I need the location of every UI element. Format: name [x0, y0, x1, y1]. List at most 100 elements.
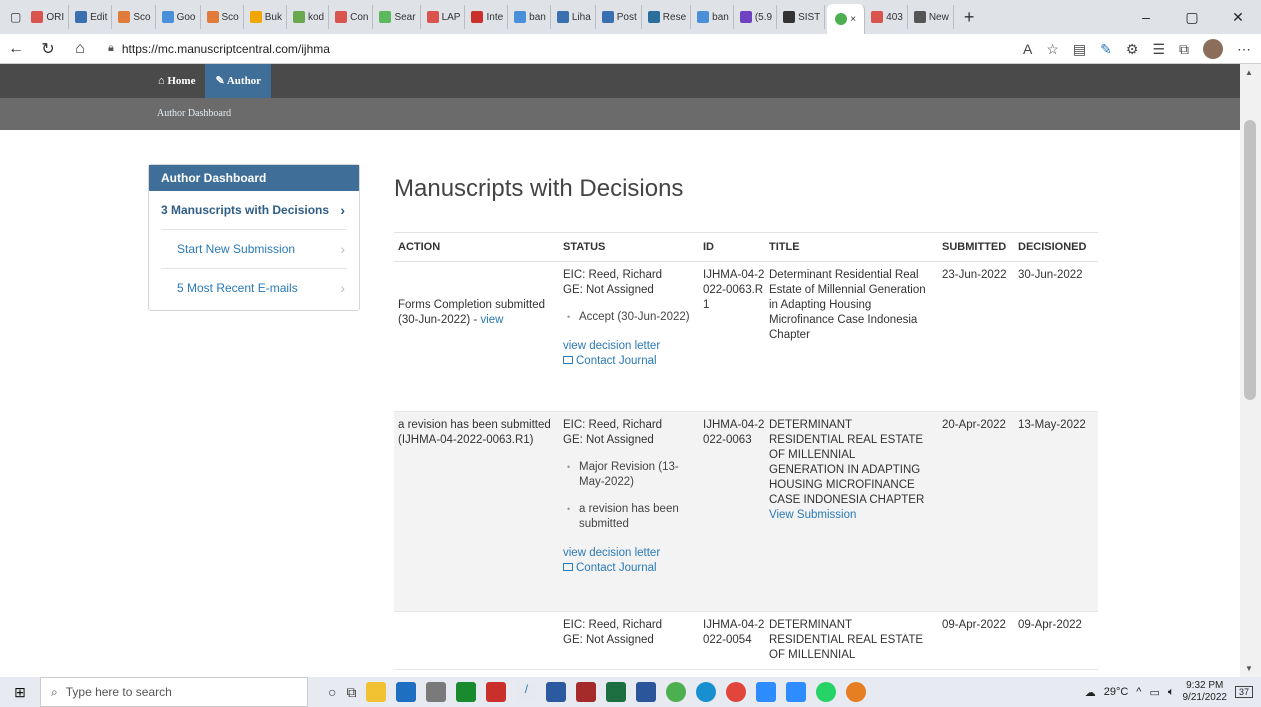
view-submission-link[interactable]: View Submission — [769, 508, 930, 523]
weather-icon[interactable]: ☁ — [1085, 686, 1096, 699]
profile-avatar[interactable] — [1203, 39, 1223, 59]
browser-tab[interactable]: Goo — [158, 5, 201, 29]
contact-journal-link[interactable]: Contact Journal — [563, 354, 703, 369]
collections-icon[interactable]: ⧉ — [1179, 41, 1189, 58]
browser-tab[interactable]: (5.9 — [736, 5, 778, 29]
column-header[interactable]: ACTION — [394, 241, 563, 253]
calculator-icon[interactable] — [546, 682, 567, 702]
windows-start-icon[interactable]: ⊞ — [0, 684, 40, 701]
back-arrow-icon[interactable]: ← — [0, 40, 32, 58]
column-header[interactable]: DECISIONED — [1018, 241, 1098, 253]
url-field[interactable]: 🔒︎ https://mc.manuscriptcentral.com/ijhm… — [108, 42, 908, 56]
browser-tab[interactable]: ban — [693, 5, 734, 29]
edge-icon[interactable] — [696, 682, 717, 702]
refresh-icon[interactable]: ↻ — [32, 39, 64, 59]
scroll-down-icon[interactable]: ▼ — [1245, 664, 1253, 673]
subnav-author-dashboard[interactable]: Author Dashboard — [157, 108, 231, 119]
column-header[interactable]: TITLE — [769, 241, 942, 253]
whatsapp-icon[interactable] — [816, 682, 837, 702]
network-icon[interactable]: ▭ — [1149, 686, 1159, 699]
view-decision-letter-link[interactable]: view decision letter — [563, 339, 703, 354]
tab-label: Sear — [394, 11, 416, 23]
action-text: a revision has been submitted (IJHMA-04-… — [398, 419, 551, 446]
pencil-icon: ✎ — [215, 75, 227, 87]
browser-tab[interactable]: Rese — [644, 5, 692, 29]
browser-tab[interactable]: ORI — [27, 5, 70, 29]
browser-tab[interactable]: Edit — [71, 5, 113, 29]
tab-favicon-icon — [647, 11, 660, 23]
decisioned-cell: 30-Jun-2022 — [1018, 269, 1083, 281]
camera-app-icon[interactable] — [576, 682, 597, 702]
home-icon[interactable]: ⌂ — [64, 40, 96, 58]
browser-tab[interactable]: Con — [331, 5, 374, 29]
scroll-thumb[interactable] — [1244, 120, 1256, 400]
tab-actions-icon[interactable]: ▢ — [6, 5, 25, 29]
contact-journal-link[interactable]: Contact Journal — [563, 561, 703, 576]
tab-label: SIST — [798, 11, 821, 23]
word-icon[interactable] — [636, 682, 657, 702]
browser-tab[interactable]: 403 — [867, 5, 908, 29]
pen-extension-icon[interactable]: ✎ — [1100, 41, 1112, 58]
browser-tab[interactable]: Sco — [114, 5, 156, 29]
browser-tab[interactable]: Inte — [467, 5, 509, 29]
column-header[interactable]: STATUS — [563, 241, 703, 253]
browser-tab-active[interactable]: × — [827, 4, 866, 34]
browser-tab[interactable]: Sco — [203, 5, 244, 29]
tab-close-icon[interactable]: × — [850, 14, 856, 25]
browser-tab[interactable]: ban — [510, 5, 551, 29]
reading-view-icon[interactable]: ▤ — [1073, 41, 1086, 58]
favorites-icon[interactable]: ☰ — [1152, 41, 1165, 58]
meet-icon[interactable] — [786, 682, 807, 702]
sidebar-item[interactable]: Start New Submission › — [161, 230, 347, 269]
sidebar-item[interactable]: 5 Most Recent E-mails › — [161, 269, 347, 308]
xbox-icon[interactable] — [456, 682, 477, 702]
read-aloud-icon[interactable]: A — [1023, 41, 1032, 57]
title-cell: DETERMINANT RESIDENTIAL REAL ESTATE OF M… — [769, 412, 942, 611]
volume-icon[interactable]: 🔈︎ — [1168, 686, 1175, 699]
tray-chevron-icon[interactable]: ^ — [1136, 686, 1141, 698]
browser-tab[interactable]: Sear — [375, 5, 421, 29]
chrome-2-icon[interactable] — [726, 682, 747, 702]
file-explorer-icon[interactable] — [366, 682, 387, 702]
nav-home[interactable]: ⌂ Home — [148, 64, 205, 98]
chrome-icon[interactable] — [666, 682, 687, 702]
browser-tab[interactable]: kod — [289, 5, 330, 29]
browser-tab[interactable]: Post — [598, 5, 642, 29]
browser-tab[interactable]: New — [910, 5, 954, 29]
red-app-icon[interactable] — [486, 682, 507, 702]
browser-tab[interactable]: Liha — [553, 5, 596, 29]
sidebar-item[interactable]: 3 Manuscripts with Decisions › — [161, 191, 347, 230]
cortana-icon[interactable]: ○ — [328, 684, 336, 700]
media-icon[interactable] — [846, 682, 867, 702]
excel-icon[interactable] — [606, 682, 627, 702]
close-window-icon[interactable]: ✕ — [1215, 9, 1261, 26]
mail-icon[interactable] — [396, 682, 417, 702]
extensions-icon[interactable]: ⚙ — [1126, 41, 1139, 58]
weather-temp[interactable]: 29°C — [1104, 686, 1129, 698]
browser-tab[interactable]: Buk — [246, 5, 287, 29]
view-decision-letter-link[interactable]: view decision letter — [563, 546, 703, 561]
clock[interactable]: 9:32 PM 9/21/2022 — [1182, 680, 1227, 704]
restore-icon[interactable]: ▢ — [1169, 9, 1215, 26]
status-bullet: Major Revision (13-May-2022) — [563, 460, 703, 490]
scroll-up-icon[interactable]: ▲ — [1245, 68, 1253, 77]
minimize-icon[interactable]: – — [1123, 9, 1169, 25]
new-tab-icon[interactable]: + — [956, 7, 983, 28]
favorite-star-icon[interactable]: ☆ — [1046, 41, 1059, 58]
page-scrollbar[interactable]: ▲ ▼ — [1240, 64, 1261, 677]
slash-app-icon[interactable]: / — [516, 682, 537, 702]
view-link[interactable]: view — [480, 314, 503, 326]
more-menu-icon[interactable]: ⋯ — [1237, 41, 1251, 58]
nav-author[interactable]: ✎ Author — [205, 64, 272, 98]
column-header[interactable]: ID — [703, 241, 769, 253]
browser-tab[interactable]: SIST — [779, 5, 826, 29]
zoom-icon[interactable] — [756, 682, 777, 702]
notifications-icon[interactable]: 37 — [1234, 686, 1253, 698]
taskbar-search[interactable]: ⌕ Type here to search — [40, 677, 308, 707]
app-icon[interactable] — [426, 682, 447, 702]
manuscript-title: DETERMINANT RESIDENTIAL REAL ESTATE OF M… — [769, 619, 924, 661]
task-view-icon[interactable]: ⧉ — [346, 684, 356, 701]
column-header[interactable]: SUBMITTED — [942, 241, 1018, 253]
site-sub-nav: Author Dashboard — [0, 98, 1240, 130]
browser-tab[interactable]: LAP — [423, 5, 466, 29]
